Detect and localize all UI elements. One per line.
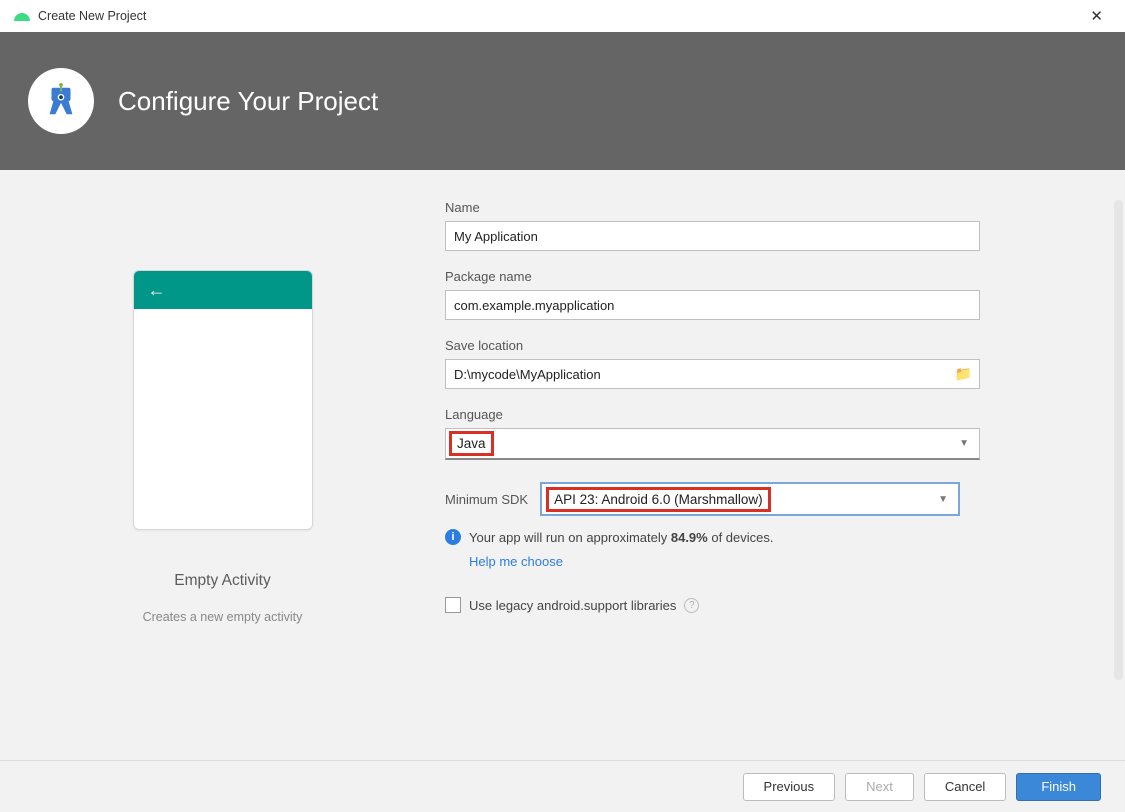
help-icon[interactable]: ? bbox=[684, 598, 699, 613]
titlebar: Create New Project ✕ bbox=[0, 0, 1125, 32]
android-studio-logo bbox=[28, 68, 94, 134]
previous-button[interactable]: Previous bbox=[743, 773, 836, 801]
language-value: Java bbox=[457, 436, 486, 451]
scrollbar[interactable] bbox=[1114, 200, 1123, 680]
cancel-button[interactable]: Cancel bbox=[924, 773, 1006, 801]
name-input[interactable] bbox=[445, 221, 980, 251]
sdk-info-row: i Your app will run on approximately 84.… bbox=[445, 528, 1095, 571]
location-label: Save location bbox=[445, 338, 1095, 353]
help-choose-link[interactable]: Help me choose bbox=[469, 552, 563, 572]
phone-preview: ← bbox=[133, 270, 313, 530]
info-icon: i bbox=[445, 529, 461, 545]
template-subtitle: Creates a new empty activity bbox=[143, 610, 303, 624]
sdk-value: API 23: Android 6.0 (Marshmallow) bbox=[554, 492, 763, 507]
finish-button[interactable]: Finish bbox=[1016, 773, 1101, 801]
legacy-checkbox[interactable] bbox=[445, 597, 461, 613]
package-input[interactable] bbox=[445, 290, 980, 320]
folder-icon[interactable]: 📁 bbox=[955, 366, 972, 383]
window-title: Create New Project bbox=[38, 9, 146, 23]
phone-topbar: ← bbox=[134, 271, 312, 309]
sdk-label: Minimum SDK bbox=[445, 492, 528, 507]
legacy-label: Use legacy android.support libraries bbox=[469, 598, 676, 613]
main-content: ← Empty Activity Creates a new empty act… bbox=[0, 170, 1125, 760]
sdk-select[interactable]: API 23: Android 6.0 (Marshmallow) ▼ bbox=[540, 482, 960, 516]
location-input[interactable] bbox=[445, 359, 980, 389]
language-label: Language bbox=[445, 407, 1095, 422]
preview-pane: ← Empty Activity Creates a new empty act… bbox=[0, 170, 445, 760]
template-title: Empty Activity bbox=[174, 572, 270, 590]
page-title: Configure Your Project bbox=[118, 86, 378, 117]
package-label: Package name bbox=[445, 269, 1095, 284]
back-arrow-icon: ← bbox=[148, 280, 166, 301]
chevron-down-icon: ▼ bbox=[959, 438, 969, 449]
sdk-info-text: Your app will run on approximately 84.9%… bbox=[469, 528, 774, 571]
language-select[interactable]: Java ▼ bbox=[445, 428, 980, 460]
footer-buttons: Previous Next Cancel Finish bbox=[0, 760, 1125, 812]
close-icon[interactable]: ✕ bbox=[1082, 3, 1111, 29]
android-icon bbox=[14, 11, 30, 21]
header-banner: Configure Your Project bbox=[0, 32, 1125, 170]
name-label: Name bbox=[445, 200, 1095, 215]
form-pane: Name Package name Save location 📁 Langua… bbox=[445, 170, 1125, 760]
next-button: Next bbox=[845, 773, 914, 801]
chevron-down-icon: ▼ bbox=[938, 494, 948, 505]
